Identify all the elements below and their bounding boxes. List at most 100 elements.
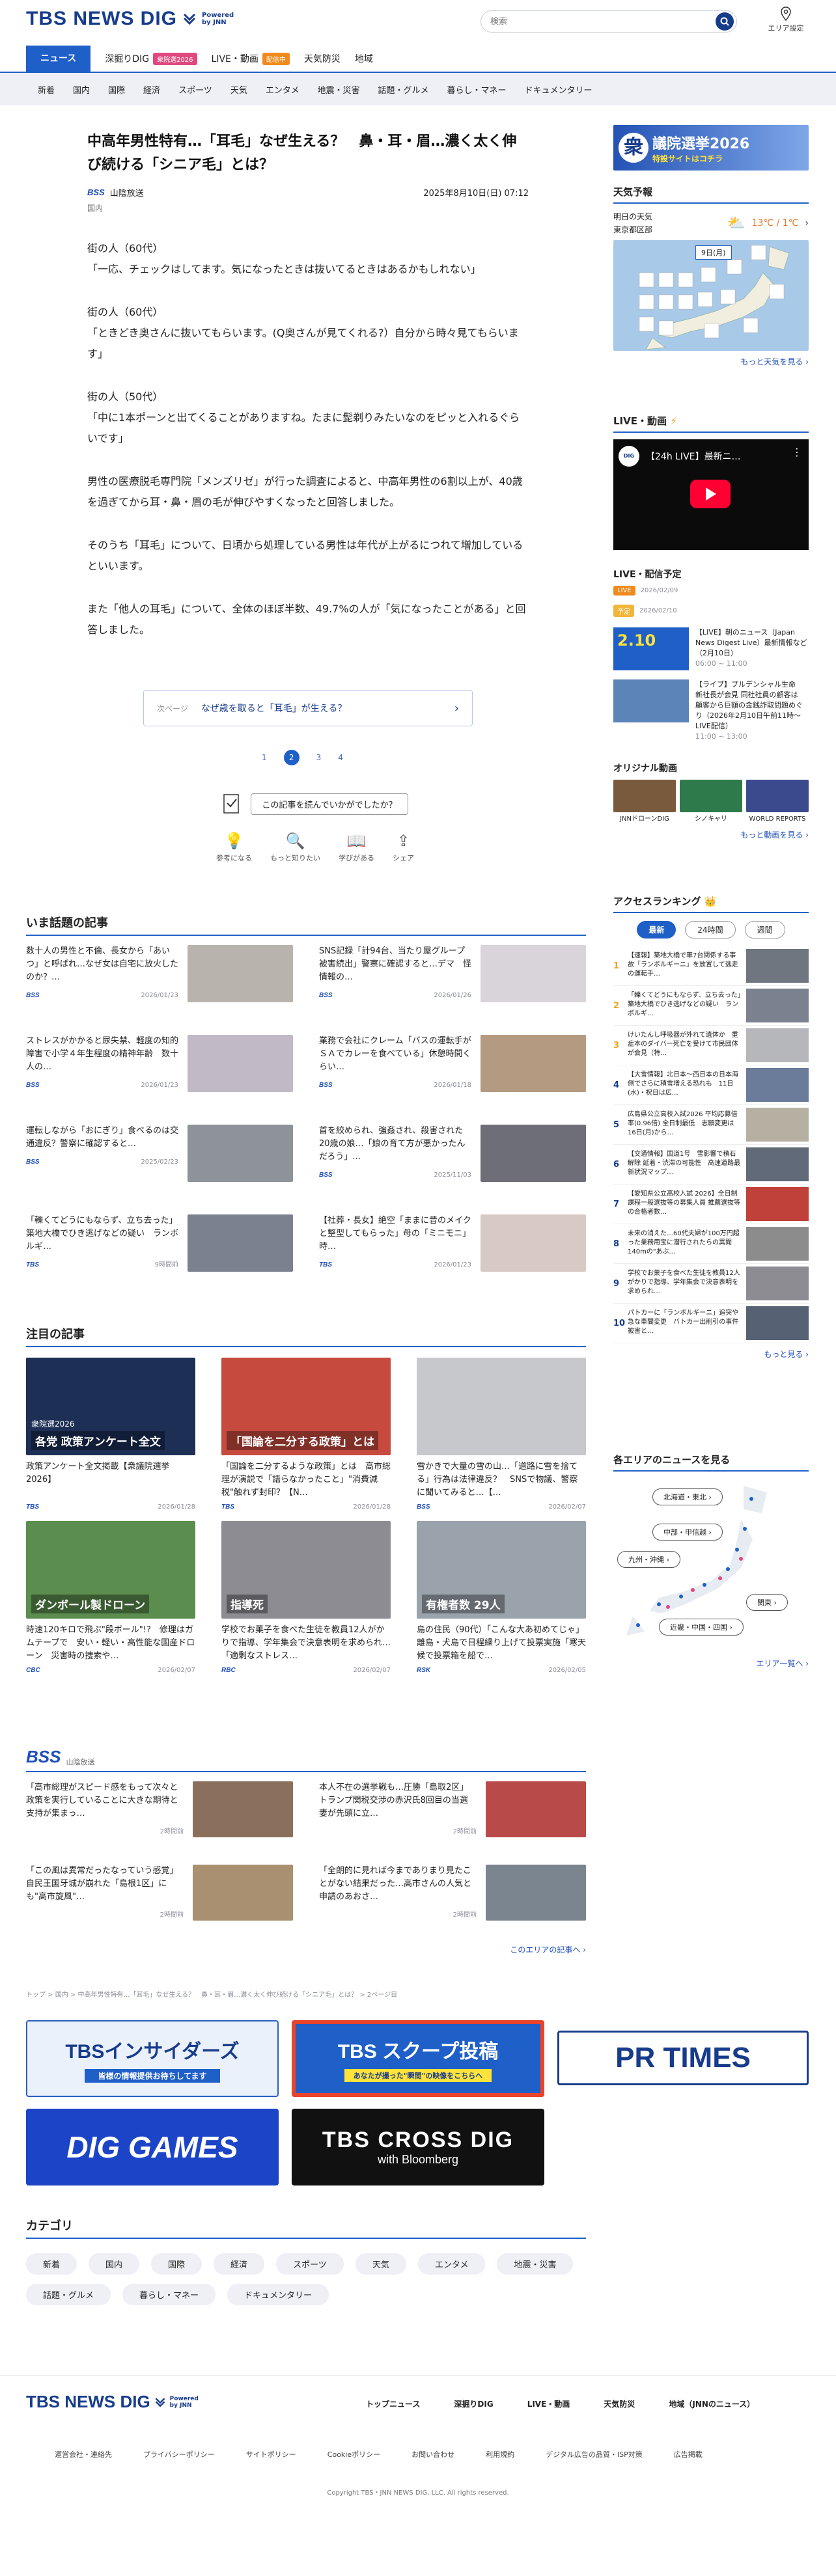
- featured-card[interactable]: 衆院選2026 各党 政策アンケート全文 政策アンケート全文掲載【衆議院選挙2026…: [26, 1358, 195, 1511]
- nav-dig[interactable]: 深掘りDIG 衆院選2026: [105, 52, 197, 65]
- category-chip[interactable]: ドキュメンタリー: [227, 2284, 329, 2305]
- prtimes-banner[interactable]: PR TIMES: [557, 2031, 809, 2085]
- nav-news[interactable]: ニュース: [26, 46, 91, 72]
- footer-nav-item[interactable]: 深掘りDIG: [454, 2398, 493, 2409]
- cross-dig-banner[interactable]: TBS CROSS DIG with Bloomberg: [292, 2109, 544, 2185]
- subnav-item[interactable]: 経済: [143, 83, 160, 96]
- insiders-banner[interactable]: TBSインサイダーズ 皆様の情報提供お待ちしてます: [26, 2020, 279, 2097]
- ranking-item[interactable]: 7 【愛知県公立高校入試 2026】全日制課程一般選抜等の募集人員 推薦選抜等の合…: [613, 1185, 809, 1224]
- area-more-link[interactable]: エリア一覧へ ›: [613, 1658, 809, 1669]
- weather-map[interactable]: 9日(月): [613, 240, 809, 351]
- bss-card[interactable]: 「この風は異常だったなっていう感覚」自民王国牙城が崩れた「島根1区」にも"高市旋…: [26, 1865, 293, 1939]
- page-link-2[interactable]: 2: [283, 750, 300, 765]
- footer-nav-item[interactable]: トップニュース: [366, 2398, 420, 2409]
- footer-logo[interactable]: TBS NEWS DIG Powered by JNN: [26, 2392, 199, 2412]
- trending-card[interactable]: 「轢くてどうにもならず、立ち去った」築地大橋でひき逃げなどの疑い ランボルギ… T…: [26, 1214, 293, 1295]
- ranking-item[interactable]: 6 【交通情報】国道1号 雪影響で積石解除 延着・渋滞の可能性 高速道路最新状況マ…: [613, 1145, 809, 1185]
- subnav-item[interactable]: 新着: [38, 83, 55, 96]
- subnav-item[interactable]: エンタメ: [266, 83, 300, 96]
- schedule-item[interactable]: 【ライブ】プルデンシャル生命 新社長が会見 同社社員の顧客は 顧客から巨額の金銭…: [613, 679, 809, 742]
- ranking-item[interactable]: 10 パトカーに「ランボルギーニ」追突や急な車間変更 バトカー出削引の事件被害と…: [613, 1304, 809, 1343]
- area-button-kinki-chugoku-shikoku[interactable]: 近畿・中国・四国 ›: [659, 1619, 744, 1636]
- search-button[interactable]: [716, 12, 734, 31]
- bss-card[interactable]: 「全朗的に見れば今までありまり見たことがない結果だった…高市さんの人気と申請のあ…: [319, 1865, 586, 1939]
- schedule-item[interactable]: 2.10 【LIVE】朝のニュース（Japan News Digest Live…: [613, 627, 809, 670]
- bss-card[interactable]: 「高市総理がスピード感をもって次々と政策を実行していることに大きな期待と支持が集…: [26, 1781, 293, 1856]
- source-logo[interactable]: BSS: [87, 187, 105, 197]
- ranking-item[interactable]: 5 広島県公立高校入試2026 平均応募倍率(0.96倍) 全日制最低 志願変更は…: [613, 1105, 809, 1145]
- featured-card[interactable]: 指導死 学校でお菓子を食べた生徒を教員12人がかりで指導、学年集会で決意表明を求め…: [221, 1521, 391, 1674]
- category-chip[interactable]: 天気: [355, 2253, 406, 2275]
- rating-more-button[interactable]: 🔍 もっと知りたい: [270, 832, 320, 863]
- page-link-4[interactable]: 4: [338, 753, 343, 762]
- trending-card[interactable]: 業務で会社にクレーム「バスの運転手がＳＡでカレーを食べている」休憩時間くらい… B…: [319, 1035, 586, 1116]
- category-chip[interactable]: エンタメ: [417, 2253, 486, 2275]
- category-chip[interactable]: 国内: [89, 2253, 140, 2275]
- area-button-chubu[interactable]: 中部・甲信越 ›: [652, 1524, 723, 1541]
- category-chip[interactable]: スポーツ: [276, 2253, 344, 2275]
- category-chip[interactable]: 経済: [214, 2253, 265, 2275]
- footer-link[interactable]: デジタル広告の品質・ISP対策: [546, 2449, 643, 2460]
- subnav-item[interactable]: 暮らし・マネー: [447, 83, 506, 96]
- election-banner[interactable]: 衆 議院選挙2026 特設サイトはコチラ: [613, 125, 809, 171]
- subnav-item[interactable]: 国内: [73, 83, 90, 96]
- subnav-item[interactable]: ドキュメンタリー: [525, 83, 592, 96]
- video-more-link[interactable]: もっと動画を見る ›: [613, 829, 809, 840]
- area-button-kanto[interactable]: 関東 ›: [746, 1594, 788, 1611]
- nav-region[interactable]: 地域: [355, 52, 373, 65]
- ranking-item[interactable]: 4 【大雪情報】北日本〜西日本の日本海側でさらに積雪増える恐れも 11日(水)・祝…: [613, 1065, 809, 1105]
- featured-card[interactable]: ダンボール製ドローン 時速120キロで飛ぶ"段ボール"!? 修理はガムテープで 安…: [26, 1521, 195, 1674]
- source-name[interactable]: 山陰放送: [110, 186, 144, 199]
- area-button-hokkaido-tohoku[interactable]: 北海道・東北 ›: [652, 1488, 723, 1505]
- weather-more-link[interactable]: もっと天気を見る ›: [613, 356, 809, 367]
- ranking-item[interactable]: 3 けいたんし呼吸器が外れて遺体か 重症本のダイバー死亡を受けて市民団体が会見（特…: [613, 1026, 809, 1065]
- nav-weather[interactable]: 天気防災: [304, 52, 341, 65]
- category-chip[interactable]: 新着: [26, 2253, 77, 2275]
- schedule-tab-upcoming[interactable]: 予定 2026/02/10: [613, 605, 809, 617]
- trending-card[interactable]: 首を絞められ、強姦され、殺害された20歳の娘…「娘の育て方が悪かったんだろう」……: [319, 1125, 586, 1205]
- article-category[interactable]: 国内: [87, 202, 529, 213]
- footer-link[interactable]: Cookieポリシー: [327, 2449, 380, 2460]
- featured-card[interactable]: 有権者数 29人 島の住民（90代）「こんな大あ初めてじゃ」離島・犬島で日程繰り上…: [417, 1521, 586, 1674]
- site-logo[interactable]: TBS NEWS DIG Powered by JNN: [26, 8, 234, 30]
- trending-card[interactable]: ストレスがかかると尿失禁、軽度の知的障害で小学４年生程度の精神年齢 数十人の… B…: [26, 1035, 293, 1116]
- footer-nav-item[interactable]: LIVE・動画: [527, 2398, 570, 2409]
- category-chip[interactable]: 話題・グルメ: [26, 2284, 111, 2305]
- ranking-item[interactable]: 9 学校でお菓子を食べた生徒を教員12人がかりで指導、学年集会で決意表明を求められ…: [613, 1264, 809, 1304]
- ranking-item[interactable]: 8 未来の消えた…60代夫婦が100万円超った業務用宝に潜行されたらの異聞 140…: [613, 1224, 809, 1264]
- footer-link[interactable]: お問い合わせ: [411, 2449, 454, 2460]
- trending-card[interactable]: 数十人の男性と不倫、長女から「あいつ」と呼ばれ…なぜ女は自宅に放火したのか？… B…: [26, 945, 293, 1026]
- subnav-item[interactable]: 話題・グルメ: [378, 83, 428, 96]
- dig-games-banner[interactable]: DIG GAMES: [26, 2109, 279, 2185]
- next-page-link[interactable]: 次ページ なぜ歳を取ると「耳毛」が生える？ ›: [143, 690, 473, 726]
- schedule-tab-live[interactable]: LIVE 2026/02/09: [613, 586, 809, 596]
- breadcrumb[interactable]: トップ > 国内 > 中高年男性特有…「耳毛」なぜ生える？ 鼻・耳・眉…濃く太く…: [26, 1989, 586, 1999]
- search-box[interactable]: [481, 10, 737, 33]
- play-button[interactable]: [690, 480, 731, 508]
- ranking-more-link[interactable]: もっと見る ›: [613, 1349, 809, 1360]
- ranking-item[interactable]: 2 「轢くてどうにもならず、立ち去った」築地大橋でひき逃げなどの疑い ランボルギ…: [613, 986, 809, 1026]
- bss-card[interactable]: 本人不在の選挙戦も…圧勝「島取2区」トランプ関税交渉の赤沢氏8回目の当選 妻が先…: [319, 1781, 586, 1856]
- ranking-tab-latest[interactable]: 最新: [637, 921, 676, 939]
- featured-card[interactable]: 雪かきで大量の雪の山…「道路に雪を捨てる」行為は法律違反？ SNSで物議、警察に…: [417, 1358, 586, 1511]
- subnav-item[interactable]: 天気: [230, 83, 247, 96]
- footer-link[interactable]: 広告掲載: [674, 2449, 703, 2460]
- trending-card[interactable]: 【社葬・長女】絶空「ままに昔のメイクと整型してもらった」母の「ミニモニ」時… TB…: [319, 1214, 586, 1295]
- area-settings[interactable]: エリア設定: [763, 7, 809, 33]
- trending-card[interactable]: SNS記録「計94台、当たり屋グループ被害続出」警察に確認すると…デマ 怪情報の…: [319, 945, 586, 1026]
- share-button[interactable]: ⇪ シェア: [393, 832, 414, 863]
- page-link-3[interactable]: 3: [316, 753, 322, 762]
- footer-link[interactable]: サイトポリシー: [246, 2449, 296, 2460]
- area-button-kyushu-okinawa[interactable]: 九州・沖縄 ›: [617, 1551, 680, 1568]
- rating-learn-button[interactable]: 📖 学びがある: [339, 832, 374, 863]
- footer-link[interactable]: 利用規約: [486, 2449, 514, 2460]
- ranking-tab-weekly[interactable]: 週間: [744, 921, 785, 939]
- footer-nav-item[interactable]: 地域（JNNのニュース）: [669, 2398, 755, 2409]
- weather-summary[interactable]: 明日の天気 東京都区部 ⛅ 13℃ / 1℃ ›: [613, 210, 809, 236]
- page-link-1[interactable]: 1: [262, 753, 267, 762]
- scoop-banner[interactable]: TBS スクープ投稿 あなたが撮った"瞬間"の映像をこちらへ: [292, 2020, 544, 2097]
- category-chip[interactable]: 暮らし・マネー: [122, 2284, 216, 2305]
- footer-link[interactable]: プライバシーポリシー: [143, 2449, 215, 2460]
- original-video-item[interactable]: JNNドローンDIG: [613, 780, 676, 824]
- category-chip[interactable]: 国際: [151, 2253, 202, 2275]
